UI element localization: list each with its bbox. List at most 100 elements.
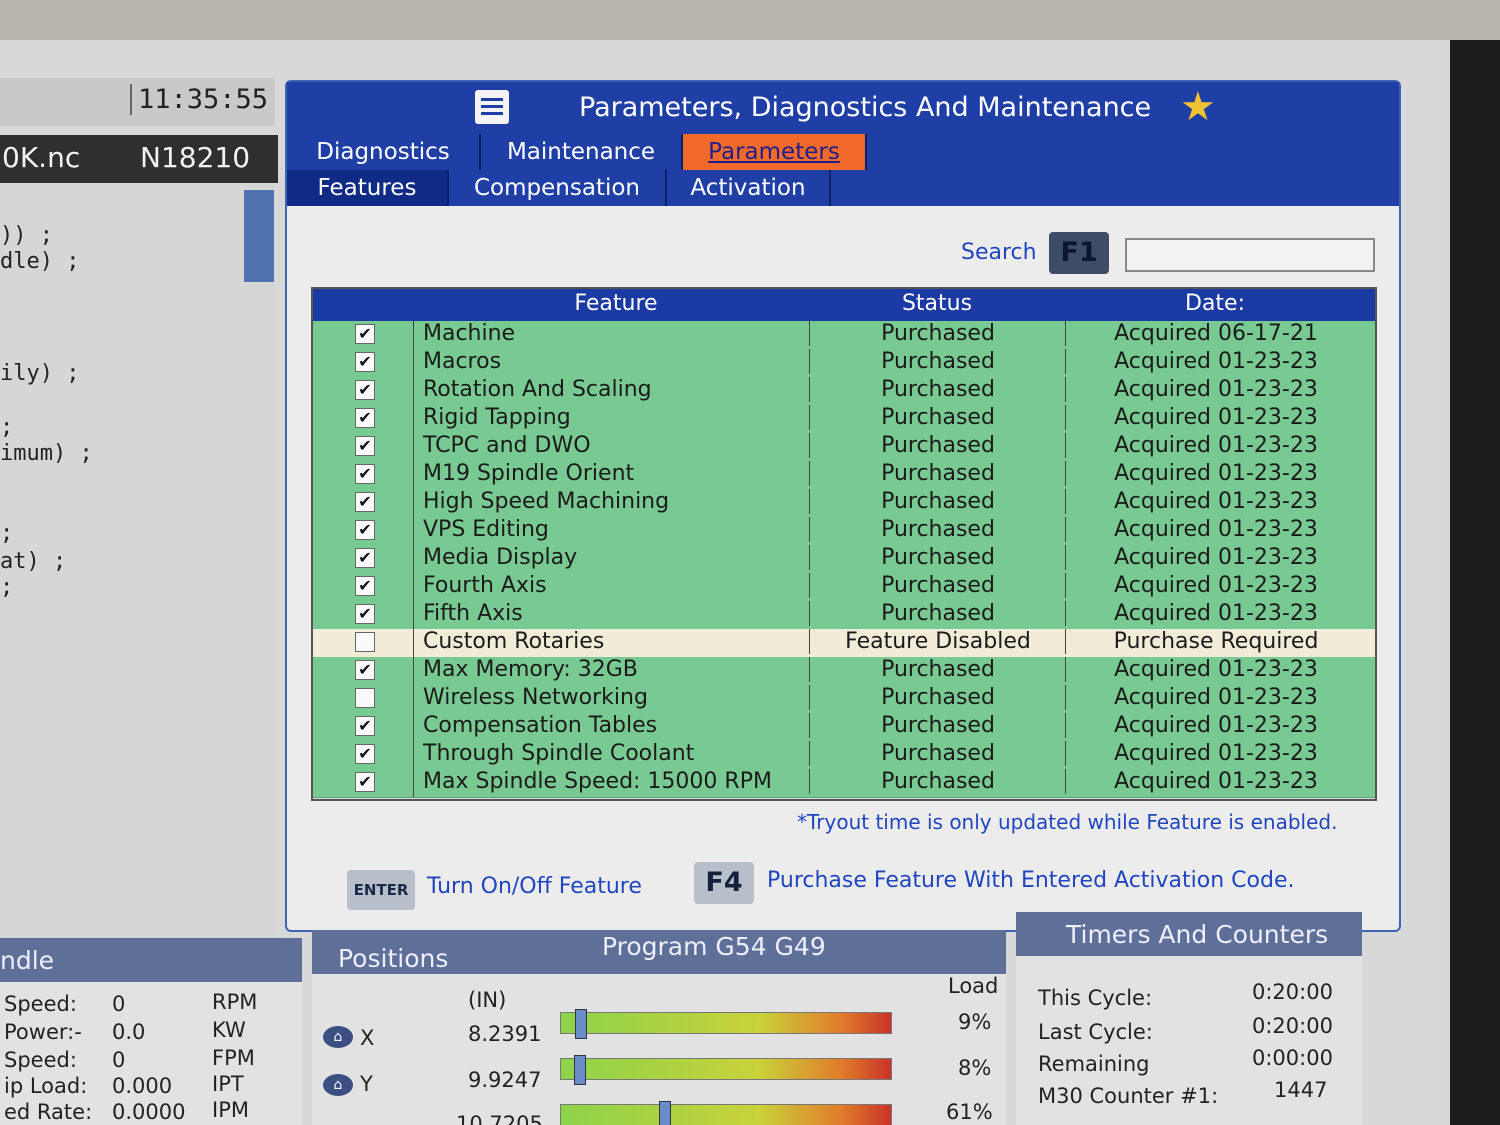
clock: 11:35:55 xyxy=(130,84,268,115)
load-label: Load xyxy=(948,974,999,998)
table-row[interactable]: ✔ Rotation And Scaling Purchased Acquired 0… xyxy=(313,377,1375,406)
table-row[interactable]: ✔ VPS Editing Purchased Acquired 01-23-23 xyxy=(313,517,1375,546)
feature-status: Purchased xyxy=(809,349,1066,374)
feature-checkbox[interactable]: ✔ xyxy=(355,380,375,400)
home-icon[interactable]: ⌂ xyxy=(323,1026,353,1048)
search-input[interactable] xyxy=(1125,238,1375,272)
tab-features[interactable]: Features xyxy=(287,170,449,206)
feature-checkbox[interactable]: ✔ xyxy=(355,352,375,372)
table-row[interactable]: Wireless Networking Purchased Acquired 01-… xyxy=(313,685,1375,714)
header-date: Date: xyxy=(1185,291,1245,316)
tab-activation[interactable]: Activation xyxy=(667,170,831,206)
feature-status: Purchased xyxy=(809,685,1066,710)
table-row[interactable]: ✔ Fifth Axis Purchased Acquired 01-23-23 xyxy=(313,601,1375,630)
feature-checkbox[interactable]: ✔ xyxy=(355,436,375,456)
feature-checkbox[interactable] xyxy=(355,632,375,652)
program-listing[interactable]: )) ; dle) ; ily) ; ; imum) ; ; at) ; ; xyxy=(0,183,276,943)
program-file-bar: 0K.nc N18210 xyxy=(0,135,278,183)
spindle-unit: IPM xyxy=(212,1098,249,1122)
spindle-value: 0 xyxy=(112,992,126,1016)
feature-date: Acquired 01-23-23 xyxy=(1065,685,1366,710)
program-line: ; xyxy=(0,521,14,546)
spindle-label: Power:- xyxy=(4,1020,82,1044)
table-row[interactable]: ✔ Rigid Tapping Purchased Acquired 01-23-23 xyxy=(313,405,1375,434)
feature-date: Acquired 01-23-23 xyxy=(1065,713,1366,738)
feature-date: Acquired 01-23-23 xyxy=(1065,433,1366,458)
feature-status: Purchased xyxy=(809,405,1066,430)
feature-checkbox[interactable]: ✔ xyxy=(355,408,375,428)
feature-date: Acquired 01-23-23 xyxy=(1065,601,1366,626)
enter-key-button[interactable]: ENTER xyxy=(347,870,415,910)
feature-name: Custom Rotaries xyxy=(423,629,605,654)
feature-status: Purchased xyxy=(809,769,1066,794)
timer-value: 0:20:00 xyxy=(1252,1014,1333,1038)
table-row[interactable]: ✔ Compensation Tables Purchased Acquired 01… xyxy=(313,713,1375,742)
feature-checkbox[interactable]: ✔ xyxy=(355,576,375,596)
table-row[interactable]: ✔ Macros Purchased Acquired 01-23-23 xyxy=(313,349,1375,378)
feature-name: Fifth Axis xyxy=(423,601,523,626)
table-row[interactable]: ✔ Machine Purchased Acquired 06-17-21 xyxy=(313,321,1375,350)
feature-checkbox[interactable]: ✔ xyxy=(355,716,375,736)
feature-name: Max Spindle Speed: 15000 RPM xyxy=(423,769,772,794)
control-screen: 11:35:55 0K.nc N18210 )) ; dle) ; ily) ;… xyxy=(0,40,1450,1125)
load-marker xyxy=(574,1055,586,1085)
menu-icon[interactable] xyxy=(475,90,509,124)
feature-checkbox[interactable]: ✔ xyxy=(355,520,375,540)
positions-mode: Program G54 G49 xyxy=(602,932,826,961)
table-row[interactable]: ✔ Through Spindle Coolant Purchased Acquire… xyxy=(313,741,1375,770)
feature-checkbox[interactable]: ✔ xyxy=(355,548,375,568)
feature-checkbox[interactable]: ✔ xyxy=(355,744,375,764)
feature-date: Acquired 01-23-23 xyxy=(1065,657,1366,682)
feature-checkbox[interactable]: ✔ xyxy=(355,492,375,512)
feature-checkbox[interactable]: ✔ xyxy=(355,660,375,680)
feature-checkbox[interactable]: ✔ xyxy=(355,772,375,792)
spindle-label: Speed: xyxy=(4,1048,77,1072)
tab-compensation[interactable]: Compensation xyxy=(449,170,667,206)
axis-load: 61% xyxy=(946,1100,993,1124)
table-row[interactable]: ✔ High Speed Machining Purchased Acquired 0… xyxy=(313,489,1375,518)
feature-date: Acquired 01-23-23 xyxy=(1065,461,1366,486)
feature-name: Wireless Networking xyxy=(423,685,648,710)
axis-name: X xyxy=(360,1026,375,1050)
tab-diagnostics[interactable]: Diagnostics xyxy=(287,134,481,170)
table-row[interactable]: ✔ Media Display Purchased Acquired 01-23-23 xyxy=(313,545,1375,574)
feature-status: Purchased xyxy=(809,461,1066,486)
feature-checkbox[interactable]: ✔ xyxy=(355,324,375,344)
table-row[interactable]: ✔ Max Memory: 32GB Purchased Acquired 01-23… xyxy=(313,657,1375,686)
favorite-star-icon[interactable]: ★ xyxy=(1180,84,1216,130)
table-row[interactable]: ✔ M19 Spindle Orient Purchased Acquired 01-… xyxy=(313,461,1375,490)
feature-name: Machine xyxy=(423,321,516,346)
f1-search-key[interactable]: F1 xyxy=(1049,232,1109,274)
feature-date: Acquired 01-23-23 xyxy=(1065,405,1366,430)
column-divider xyxy=(413,433,414,461)
parameters-dialog: Parameters, Diagnostics And Maintenance … xyxy=(285,80,1401,932)
top-tab-row: Diagnostics Maintenance Parameters xyxy=(287,134,1399,170)
spindle-value: 0 xyxy=(112,1048,126,1072)
tab-maintenance[interactable]: Maintenance xyxy=(481,134,683,170)
table-row[interactable]: ✔ Max Spindle Speed: 15000 RPM Purchased Ac… xyxy=(313,769,1375,798)
feature-name: TCPC and DWO xyxy=(423,433,591,458)
feature-date: Acquired 01-23-23 xyxy=(1065,517,1366,542)
axis-load-bar xyxy=(560,1009,892,1039)
table-header: Feature Status Date: xyxy=(313,289,1375,321)
feature-name: Compensation Tables xyxy=(423,713,658,738)
home-icon[interactable]: ⌂ xyxy=(323,1074,353,1096)
tab-parameters[interactable]: Parameters xyxy=(683,134,867,170)
table-row[interactable]: ✔ Fourth Axis Purchased Acquired 01-23-23 xyxy=(313,573,1375,602)
table-row[interactable]: ✔ TCPC and DWO Purchased Acquired 01-23-23 xyxy=(313,433,1375,462)
column-divider xyxy=(413,741,414,769)
column-divider xyxy=(413,517,414,545)
feature-checkbox[interactable]: ✔ xyxy=(355,604,375,624)
axis-position: 8.2391 xyxy=(468,1022,542,1046)
feature-status: Purchased xyxy=(809,321,1066,346)
feature-name: Rotation And Scaling xyxy=(423,377,652,402)
feature-date: Acquired 01-23-23 xyxy=(1065,489,1366,514)
header-feature: Feature xyxy=(574,291,658,316)
feature-checkbox[interactable] xyxy=(355,688,375,708)
axis-load-bar xyxy=(560,1101,892,1125)
column-divider xyxy=(413,573,414,601)
feature-checkbox[interactable]: ✔ xyxy=(355,464,375,484)
f4-key-button[interactable]: F4 xyxy=(694,862,754,904)
table-row[interactable]: Custom Rotaries Feature Disabled Purchase … xyxy=(313,629,1375,658)
program-scrollbar[interactable] xyxy=(244,190,274,282)
